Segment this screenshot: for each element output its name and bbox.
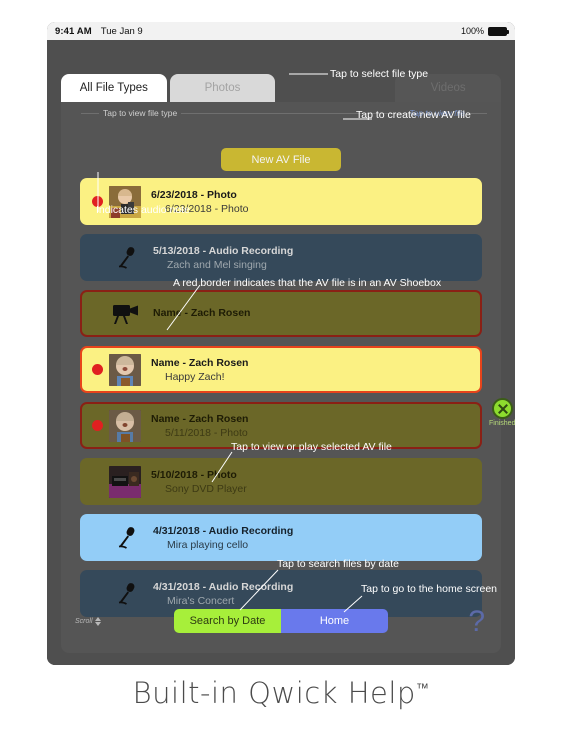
hint-view-file: Tap to view file (409, 108, 487, 118)
row-title: 5/10/2018 - Photo (151, 468, 237, 481)
bottom-segmented-buttons: Search by Date Home (174, 609, 388, 633)
row-subtitle: 6/23/2018 - Photo (165, 202, 249, 215)
audio-note-dot-icon (92, 420, 103, 431)
hint-rule-left (81, 112, 99, 114)
row-texts: 5/13/2018 - Audio Recording Zach and Mel… (153, 245, 293, 271)
new-av-file-button-label: New AV File (251, 153, 311, 166)
hint-rule-left-long (181, 112, 422, 114)
finished-badge-label: Finished (489, 420, 516, 427)
scroll-control[interactable]: Scroll (75, 617, 101, 626)
app-screen: All File Types Photos Videos Tap to view… (47, 40, 515, 665)
tab-photos-label: Photos (204, 82, 241, 94)
table-row[interactable]: 5/10/2018 - Photo Sony DVD Player (80, 458, 482, 505)
hint-view-file-type: Tap to view file type (81, 108, 422, 118)
row-title: 4/31/2018 - Audio Recording (153, 524, 294, 537)
row-subtitle: Sony DVD Player (165, 482, 247, 495)
table-row[interactable]: 4/31/2018 - Audio Recording Mira playing… (80, 514, 482, 561)
audio-note-dot-icon (92, 364, 103, 375)
close-x-icon[interactable] (491, 398, 513, 419)
screenshot-root: 9:41 AM Tue Jan 9 100% All File Types Ph… (0, 0, 562, 750)
battery-icon (488, 26, 509, 36)
table-row[interactable]: Name - Zach Rosen 5/11/2018 - Photo (80, 402, 482, 449)
page-caption-text: Built-in Qwick Help (132, 676, 416, 710)
status-bar-time: 9:41 AM (55, 25, 92, 37)
tab-photos[interactable]: Photos (169, 74, 276, 102)
row-title: Name - Zach Rosen (151, 412, 249, 425)
row-subtitle: Zach and Mel singing (167, 258, 267, 271)
row-subtitle: Happy Zach! (165, 370, 225, 383)
video-camera-icon (109, 303, 143, 325)
home-button[interactable]: Home (281, 609, 388, 633)
scroll-label: Scroll (75, 618, 93, 625)
home-button-label: Home (319, 615, 350, 627)
table-row[interactable]: 6/23/2018 - Photo 6/23/2018 - Photo (80, 178, 482, 225)
audio-note-dot-icon (92, 196, 103, 207)
row-texts: 5/10/2018 - Photo Sony DVD Player (151, 469, 247, 495)
row-texts: Name - Zach Rosen 5/11/2018 - Photo (151, 413, 248, 439)
hint-view-file-type-label: Tap to view file type (103, 108, 178, 118)
file-list-panel: Tap to view file type Tap to view file N… (61, 102, 515, 653)
file-type-tabbar: All File Types Photos Videos (61, 74, 502, 102)
tab-all-file-types-label: All File Types (79, 82, 148, 94)
av-file-list[interactable]: 6/23/2018 - Photo 6/23/2018 - Photo 5/13… (80, 178, 482, 626)
tab-videos[interactable]: Videos (395, 74, 502, 102)
thumbnail-image (109, 465, 141, 498)
row-title: 5/13/2018 - Audio Recording (153, 244, 294, 257)
search-by-date-label: Search by Date (189, 615, 266, 627)
search-by-date-button[interactable]: Search by Date (174, 609, 281, 633)
table-row[interactable]: Name - Zach Rosen (80, 290, 482, 337)
row-title: 4/31/2018 - Audio Recording (153, 580, 294, 593)
trademark-symbol: ™ (415, 681, 430, 697)
hint-rule-right (469, 112, 487, 114)
table-row[interactable]: Name - Zach Rosen Happy Zach! (80, 346, 482, 393)
status-bar-date: Tue Jan 9 (100, 25, 143, 37)
row-title: Name - Zach Rosen (151, 356, 249, 369)
bottom-toolbar: Scroll Search by Date Home ? (61, 595, 501, 653)
table-row[interactable]: 5/13/2018 - Audio Recording Zach and Mel… (80, 234, 482, 281)
row-texts: Name - Zach Rosen (153, 307, 250, 321)
tab-videos-label: Videos (430, 82, 466, 94)
page-caption: Built-in Qwick Help™ (0, 676, 562, 710)
microphone-icon (109, 525, 143, 551)
new-av-file-button[interactable]: New AV File (221, 148, 341, 171)
battery-percent-label: 100% (460, 26, 484, 36)
help-question-mark-icon[interactable]: ? (468, 607, 485, 637)
hint-row: Tap to view file type Tap to view file (61, 108, 501, 122)
row-texts: 4/31/2018 - Audio Recording Mira playing… (153, 525, 293, 551)
tab-all-file-types[interactable]: All File Types (61, 74, 167, 102)
row-subtitle: 5/11/2018 - Photo (165, 426, 248, 439)
thumbnail-image (109, 409, 141, 442)
row-title: Name - Zach Rosen (153, 306, 251, 319)
microphone-icon (109, 245, 143, 271)
row-title: 6/23/2018 - Photo (151, 188, 237, 201)
hint-view-file-label: Tap to view file (409, 108, 465, 118)
thumbnail-image (109, 353, 141, 386)
status-bar: 9:41 AM Tue Jan 9 100% (47, 22, 515, 40)
scroll-stepper-icon[interactable] (94, 617, 101, 626)
finished-badge[interactable]: Finished (489, 398, 515, 427)
row-texts: Name - Zach Rosen Happy Zach! (151, 357, 248, 383)
thumbnail-image (109, 185, 141, 218)
status-bar-right: 100% (460, 26, 509, 36)
row-subtitle: Mira playing cello (167, 538, 249, 551)
row-texts: 6/23/2018 - Photo 6/23/2018 - Photo (151, 189, 248, 215)
tablet-device-frame: 9:41 AM Tue Jan 9 100% All File Types Ph… (47, 22, 515, 665)
